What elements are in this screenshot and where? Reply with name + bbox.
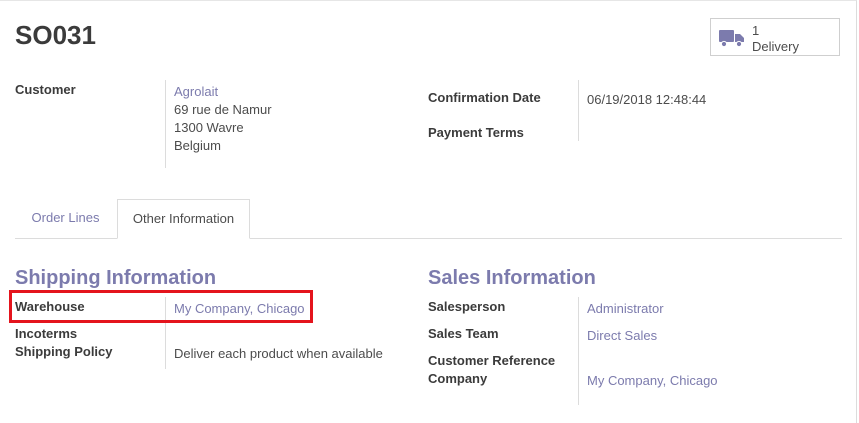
tab-order-lines[interactable]: Order Lines	[15, 199, 116, 239]
company-link[interactable]: My Company, Chicago	[587, 373, 718, 388]
sales-team-link[interactable]: Direct Sales	[587, 328, 657, 343]
tab-other-information[interactable]: Other Information	[117, 199, 250, 239]
sales-team-label: Sales Team	[428, 326, 499, 341]
shipping-information-title: Shipping Information	[15, 267, 217, 289]
customer-reference-label: Customer Reference	[428, 353, 556, 368]
shipping-policy-label: Shipping Policy	[15, 344, 113, 359]
sales-information-title: Sales Information	[428, 267, 596, 289]
record-title: SO031	[15, 20, 96, 50]
confirmation-date-value: 06/19/2018 12:48:44	[587, 92, 707, 107]
truck-icon	[719, 30, 744, 47]
delivery-label: Delivery	[752, 39, 799, 54]
sales-divider	[578, 297, 579, 405]
customer-street: 69 rue de Namur	[174, 102, 272, 117]
form-sheet: SO031 1 Delivery Customer Agrolait 69 ru…	[0, 0, 857, 423]
incoterms-label: Incoterms	[15, 326, 78, 341]
delivery-smart-button[interactable]: 1 Delivery	[710, 18, 840, 56]
customer-city: 1300 Wavre	[174, 120, 244, 135]
right-top-divider	[578, 80, 579, 141]
payment-terms-label: Payment Terms	[428, 125, 524, 140]
shipping-policy-value[interactable]: Deliver each product when available	[174, 346, 383, 361]
salesperson-link[interactable]: Administrator	[587, 301, 664, 316]
company-label: Company	[428, 371, 488, 386]
customer-label: Customer	[15, 82, 76, 97]
customer-name-link[interactable]: Agrolait	[174, 84, 218, 99]
warehouse-highlight-box	[9, 290, 313, 323]
customer-country: Belgium	[174, 138, 221, 153]
customer-divider	[165, 80, 166, 168]
salesperson-label: Salesperson	[428, 299, 506, 314]
delivery-count: 1	[752, 23, 760, 38]
confirmation-date-label: Confirmation Date	[428, 90, 541, 105]
